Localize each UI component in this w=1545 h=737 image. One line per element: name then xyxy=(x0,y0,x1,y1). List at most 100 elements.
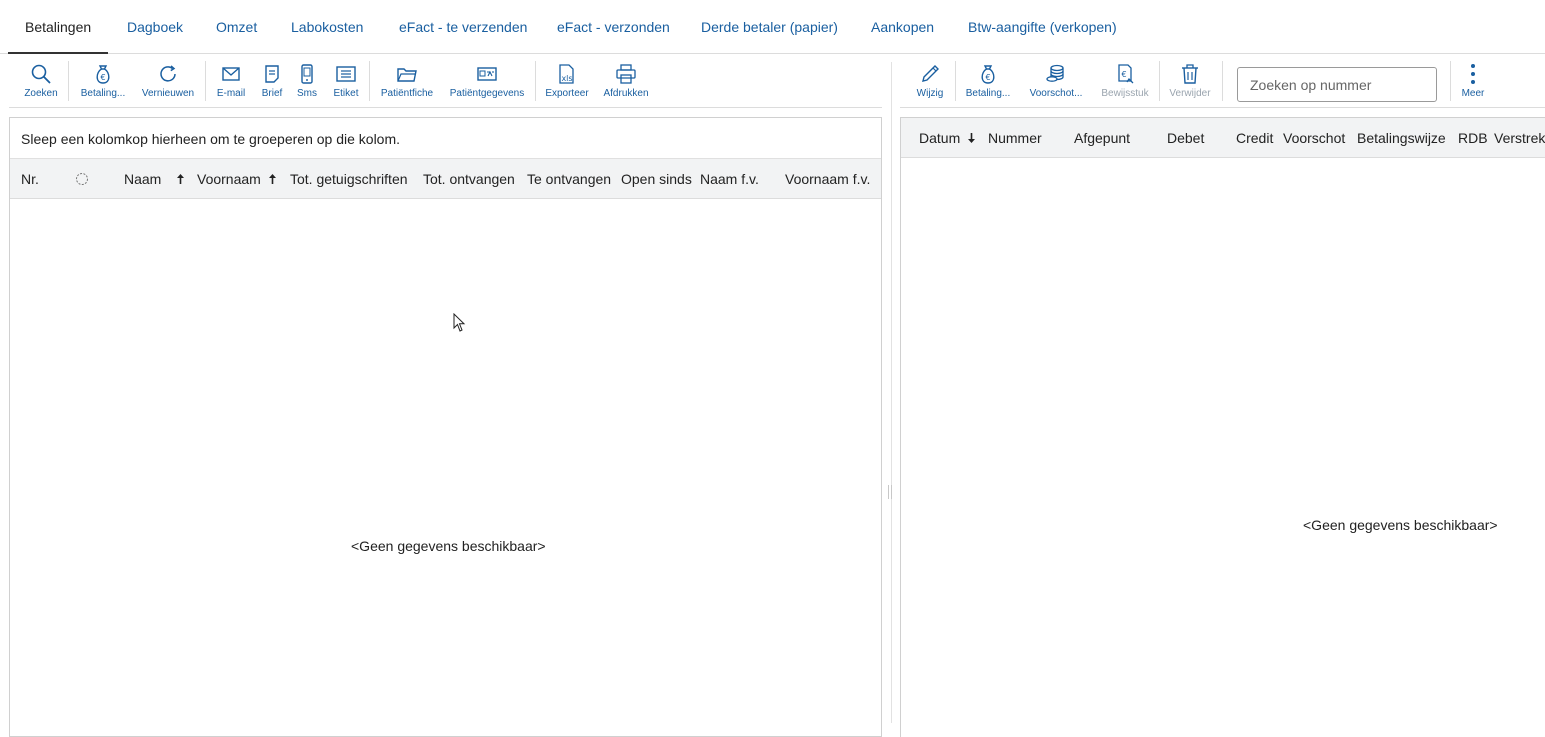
betaling-right-button[interactable]: € Betaling... xyxy=(962,55,1014,107)
col-header-tot-getuigschriften[interactable]: Tot. getuigschriften xyxy=(290,159,408,199)
toolbar-separator xyxy=(1450,61,1451,101)
sort-ascending-icon xyxy=(269,174,276,184)
money-bag-icon: € xyxy=(96,65,110,84)
col-header-tot-ontvangen[interactable]: Tot. ontvangen xyxy=(423,159,515,199)
col-header-datum[interactable]: Datum xyxy=(919,118,977,158)
toolbar-separator xyxy=(68,61,69,101)
col-header-voornaam[interactable]: Voornaam xyxy=(197,159,279,199)
toolbar-separator xyxy=(1222,61,1223,101)
col-header-voornaam-fv[interactable]: Voornaam f.v. xyxy=(785,159,870,199)
brief-label: Brief xyxy=(261,88,283,99)
toolbar-separator xyxy=(205,61,206,101)
patientfiche-button[interactable]: Patiëntfiche xyxy=(376,55,438,107)
zoeken-button[interactable]: Zoeken xyxy=(21,55,61,107)
tab-bar: Betalingen Dagboek Omzet Labokosten eFac… xyxy=(0,0,1545,54)
panel-splitter-handle[interactable] xyxy=(887,478,893,506)
svg-text:xls: xls xyxy=(561,74,572,83)
voorschot-label: Voorschot... xyxy=(1029,88,1083,99)
col-header-credit[interactable]: Credit xyxy=(1236,118,1273,158)
col-header-debet[interactable]: Debet xyxy=(1167,118,1204,158)
wijzig-button[interactable]: Wijzig xyxy=(912,55,948,107)
col-header-nummer[interactable]: Nummer xyxy=(988,118,1042,158)
afdrukken-label: Afdrukken xyxy=(603,88,649,99)
bewijsstuk-label: Bewijsstuk xyxy=(1101,88,1149,99)
patientgegevens-label: Patiëntgegevens xyxy=(449,88,525,99)
coins-icon xyxy=(1046,64,1064,82)
refresh-icon xyxy=(160,65,176,82)
toolbar-separator xyxy=(1159,61,1160,101)
document-icon xyxy=(265,65,279,83)
id-card-icon xyxy=(477,67,497,81)
email-label: E-mail xyxy=(216,88,246,99)
label-icon xyxy=(336,66,356,82)
meer-button[interactable]: Meer xyxy=(1458,55,1488,107)
betaling-button[interactable]: € Betaling... xyxy=(75,55,131,107)
tab-labokosten[interactable]: Labokosten xyxy=(291,0,363,53)
col-header-datum-label: Datum xyxy=(919,130,961,146)
envelope-icon xyxy=(222,67,240,81)
col-header-rdb[interactable]: RDB xyxy=(1458,118,1488,158)
col-header-nr[interactable]: Nr. xyxy=(21,159,39,199)
select-all-radio-icon xyxy=(76,173,88,185)
panel-divider xyxy=(891,62,892,723)
xls-file-icon: xls xyxy=(559,64,574,84)
more-vertical-icon xyxy=(1471,64,1475,84)
vernieuwen-button[interactable]: Vernieuwen xyxy=(139,55,197,107)
exporteer-button[interactable]: xls Exporteer xyxy=(543,55,591,107)
patients-grid: Sleep een kolomkop hierheen om te groepe… xyxy=(9,117,882,737)
bewijsstuk-button[interactable]: € Bewijsstuk xyxy=(1098,55,1152,107)
wijzig-label: Wijzig xyxy=(916,88,944,99)
col-header-naam[interactable]: Naam xyxy=(124,159,186,199)
right-toolbar: Wijzig € Betaling... Voorschot... € Bewi… xyxy=(900,55,1545,108)
tab-dagboek[interactable]: Dagboek xyxy=(127,0,183,53)
mouse-cursor-icon xyxy=(453,313,466,332)
sort-descending-icon xyxy=(968,133,975,143)
toolbar-separator xyxy=(369,61,370,101)
col-header-naam-fv[interactable]: Naam f.v. xyxy=(700,159,759,199)
col-header-afgepunt[interactable]: Afgepunt xyxy=(1074,118,1130,158)
left-toolbar: Zoeken € Betaling... Vernieuwen E-mail B… xyxy=(9,55,882,108)
tab-btw-aangifte[interactable]: Btw-aangifte (verkopen) xyxy=(968,0,1117,53)
toolbar-separator xyxy=(535,61,536,101)
col-header-betalingswijze[interactable]: Betalingswijze xyxy=(1357,118,1446,158)
patientgegevens-button[interactable]: Patiëntgegevens xyxy=(447,55,527,107)
col-header-te-ontvangen[interactable]: Te ontvangen xyxy=(527,159,611,199)
col-header-voorschot[interactable]: Voorschot xyxy=(1283,118,1345,158)
voorschot-button[interactable]: Voorschot... xyxy=(1026,55,1086,107)
svg-text:€: € xyxy=(1121,70,1126,79)
sms-label: Sms xyxy=(297,88,317,99)
search-number-input[interactable] xyxy=(1237,67,1437,102)
patients-grid-header: Nr. Naam Voornaam Tot. getuigschriften T… xyxy=(10,159,881,199)
sms-button[interactable]: Sms xyxy=(294,55,320,107)
etiket-button[interactable]: Etiket xyxy=(331,55,361,107)
receipt-icon: € xyxy=(1118,64,1134,84)
col-header-verstrek[interactable]: Verstrek xyxy=(1494,118,1545,158)
brief-button[interactable]: Brief xyxy=(259,55,285,107)
col-header-open-sinds[interactable]: Open sinds xyxy=(621,159,692,199)
zoeken-label: Zoeken xyxy=(24,88,58,99)
transactions-grid: Datum Nummer Afgepunt Debet Credit Voors… xyxy=(900,117,1545,737)
tab-betalingen[interactable]: Betalingen xyxy=(7,0,109,54)
group-by-drop-zone[interactable]: Sleep een kolomkop hierheen om te groepe… xyxy=(10,118,881,159)
col-header-select[interactable] xyxy=(74,159,90,199)
email-button[interactable]: E-mail xyxy=(212,55,250,107)
col-header-naam-label: Naam xyxy=(124,171,162,187)
tab-aankopen[interactable]: Aankopen xyxy=(871,0,934,53)
tab-omzet[interactable]: Omzet xyxy=(216,0,257,53)
vernieuwen-label: Vernieuwen xyxy=(141,88,195,99)
toolbar-separator xyxy=(955,61,956,101)
money-bag-icon: € xyxy=(981,65,995,84)
sort-ascending-icon xyxy=(177,174,184,184)
verwijder-button[interactable]: Verwijder xyxy=(1166,55,1214,107)
tab-efact-te-verzenden[interactable]: eFact - te verzenden xyxy=(399,0,527,53)
empty-message: <Geen gegevens beschikbaar> xyxy=(1303,517,1498,533)
tab-derde-betaler[interactable]: Derde betaler (papier) xyxy=(701,0,838,53)
pencil-icon xyxy=(922,65,939,82)
printer-icon xyxy=(616,64,636,84)
folder-icon xyxy=(397,68,417,82)
betaling-right-label: Betaling... xyxy=(965,88,1011,99)
tab-efact-verzonden[interactable]: eFact - verzonden xyxy=(557,0,670,53)
transactions-grid-header: Datum Nummer Afgepunt Debet Credit Voors… xyxy=(901,118,1545,158)
verwijder-label: Verwijder xyxy=(1169,88,1211,99)
afdrukken-button[interactable]: Afdrukken xyxy=(601,55,651,107)
